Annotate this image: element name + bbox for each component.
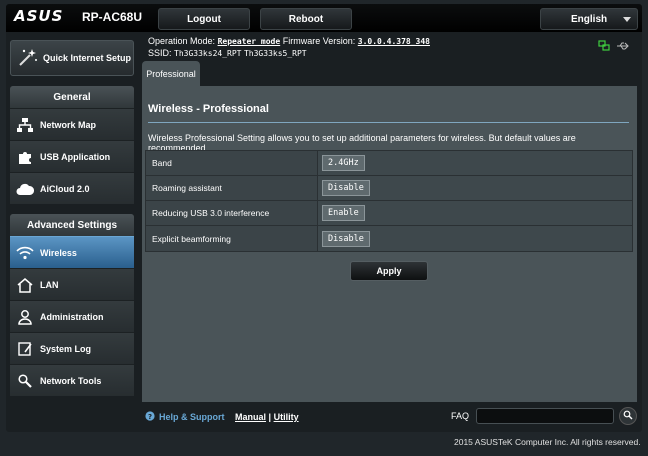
sidebar-item-aicloud[interactable]: AiCloud 2.0 bbox=[10, 172, 134, 204]
sidebar-item-administration[interactable]: Administration bbox=[10, 300, 134, 332]
language-value: English bbox=[571, 13, 608, 25]
svg-text:?: ? bbox=[148, 413, 152, 421]
setting-label: Explicit beamforming bbox=[146, 226, 318, 251]
model-name: RP-AC68U bbox=[82, 10, 143, 24]
network-map-icon bbox=[10, 117, 40, 133]
faq-search-button[interactable] bbox=[619, 407, 637, 425]
faq-search-input[interactable] bbox=[476, 408, 614, 424]
settings-table: Band 2.4GHz Roaming assistant Disable Re… bbox=[145, 150, 633, 252]
manual-link[interactable]: Manual bbox=[235, 412, 266, 422]
reboot-button[interactable]: Reboot bbox=[260, 8, 352, 30]
table-row: Reducing USB 3.0 interference Enable bbox=[146, 201, 632, 226]
faq-label: FAQ bbox=[451, 411, 470, 421]
table-row: Roaming assistant Disable bbox=[146, 176, 632, 201]
log-icon bbox=[10, 341, 40, 357]
usb3-interference-select[interactable]: Enable bbox=[322, 205, 365, 221]
general-title: General bbox=[10, 86, 134, 108]
ssid-24: Th3G33ks24_RPT bbox=[174, 49, 242, 58]
title-divider bbox=[148, 122, 629, 123]
link-separator: | bbox=[268, 412, 272, 422]
magic-wand-icon bbox=[17, 46, 39, 70]
search-icon bbox=[623, 410, 633, 422]
usb-status-icon[interactable] bbox=[616, 40, 630, 54]
ssid-line: SSID: Th3G33ks24_RPT Th3G33ks5_RPT bbox=[148, 48, 307, 58]
copyright-text: 2015 ASUSTeK Computer Inc. All rights re… bbox=[454, 437, 641, 447]
quick-setup-label: Quick Internet Setup bbox=[43, 53, 132, 63]
beamforming-select[interactable]: Disable bbox=[322, 230, 370, 247]
setting-label: Reducing USB 3.0 interference bbox=[146, 201, 318, 225]
table-row: Explicit beamforming Disable bbox=[146, 226, 632, 251]
firmware-link[interactable]: 3.0.0.4.378_348 bbox=[358, 37, 430, 46]
advanced-settings-section: Advanced Settings Wireless LAN Administr… bbox=[10, 214, 134, 396]
manual-utility-links: Manual | Utility bbox=[235, 412, 299, 422]
advanced-settings-title: Advanced Settings bbox=[10, 214, 134, 236]
home-icon bbox=[10, 277, 40, 293]
tab-professional[interactable]: Professional bbox=[142, 61, 200, 87]
roaming-assistant-select[interactable]: Disable bbox=[322, 180, 370, 196]
table-row: Band 2.4GHz bbox=[146, 151, 632, 176]
main-panel: Wireless - Professional Wireless Profess… bbox=[142, 86, 637, 402]
general-section: General Network Map USB Application AiCl… bbox=[10, 86, 134, 204]
help-icon: ? bbox=[145, 411, 155, 423]
user-icon bbox=[10, 309, 40, 325]
sidebar-item-usb-application[interactable]: USB Application bbox=[10, 140, 134, 172]
cloud-icon bbox=[10, 182, 40, 196]
tools-icon bbox=[10, 373, 40, 389]
ssid-5: Th3G33ks5_RPT bbox=[243, 49, 307, 58]
network-status-icon[interactable] bbox=[598, 40, 610, 54]
apply-button[interactable]: Apply bbox=[350, 261, 428, 281]
sidebar-item-lan[interactable]: LAN bbox=[10, 268, 134, 300]
asus-logo: ASUS bbox=[14, 7, 64, 25]
quick-internet-setup-button[interactable]: Quick Internet Setup bbox=[10, 40, 134, 76]
operation-mode-line: Operation Mode: Repeater mode Firmware V… bbox=[148, 36, 430, 46]
logout-button[interactable]: Logout bbox=[158, 8, 250, 30]
sidebar-item-network-map[interactable]: Network Map bbox=[10, 108, 134, 140]
page-title: Wireless - Professional bbox=[148, 103, 269, 115]
status-icons bbox=[598, 40, 630, 54]
puzzle-icon bbox=[10, 149, 40, 165]
sidebar-item-system-log[interactable]: System Log bbox=[10, 332, 134, 364]
language-select[interactable]: English bbox=[540, 8, 638, 30]
operation-mode-link[interactable]: Repeater mode bbox=[218, 37, 281, 46]
setting-label: Roaming assistant bbox=[146, 176, 318, 200]
setting-label: Band bbox=[146, 151, 318, 175]
wifi-icon bbox=[10, 246, 40, 260]
band-select[interactable]: 2.4GHz bbox=[322, 155, 365, 171]
chevron-down-icon bbox=[623, 17, 631, 22]
help-support-link[interactable]: ? Help & Support bbox=[145, 411, 225, 423]
utility-link[interactable]: Utility bbox=[274, 412, 299, 422]
sidebar-item-wireless[interactable]: Wireless bbox=[10, 236, 134, 268]
sidebar-item-network-tools[interactable]: Network Tools bbox=[10, 364, 134, 396]
